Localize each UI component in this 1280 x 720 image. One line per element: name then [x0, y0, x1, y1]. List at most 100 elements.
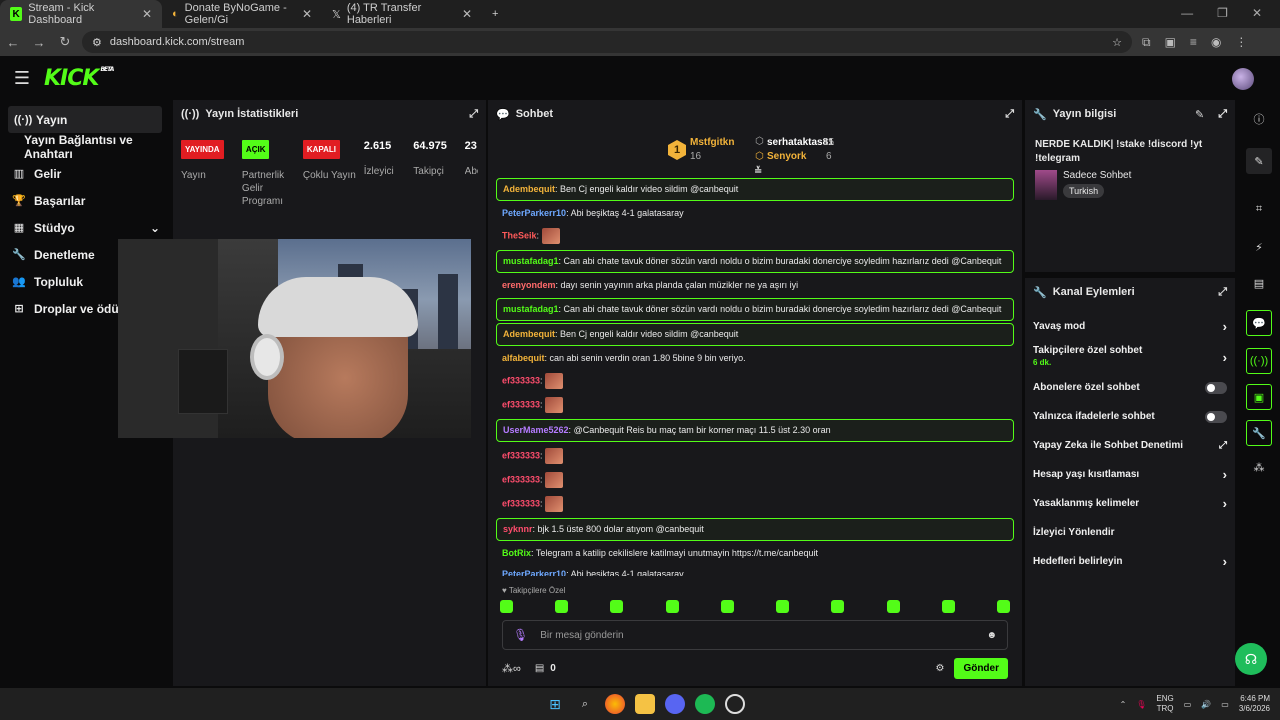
- reload-icon[interactable]: ↻: [52, 34, 78, 50]
- chat-input[interactable]: 🎙 Bir mesaj gönderin ☻: [502, 620, 1008, 650]
- chat-username[interactable]: ef333333: [502, 474, 540, 484]
- send-button[interactable]: Gönder: [954, 657, 1008, 679]
- user-avatar[interactable]: [1232, 68, 1254, 90]
- spotify-icon[interactable]: [695, 694, 715, 714]
- chevron-right-icon[interactable]: ›: [1223, 554, 1227, 569]
- top-name-3[interactable]: Senyork: [767, 151, 806, 162]
- bookmark-star-icon[interactable]: ☆: [1112, 36, 1122, 49]
- chat-username[interactable]: ef333333: [502, 399, 540, 409]
- close-window-icon[interactable]: ✕: [1252, 6, 1262, 20]
- emote-icon[interactable]: [610, 600, 624, 613]
- channel-action-item[interactable]: Yasaklanmış kelimeler ›: [1025, 489, 1235, 518]
- kick-logo[interactable]: KICK BETA: [44, 66, 114, 91]
- emote-icon[interactable]: [720, 600, 734, 613]
- chat-username[interactable]: mustafadag1: [503, 256, 559, 266]
- chevron-down-icon[interactable]: ⌄: [150, 221, 160, 235]
- emote-icon[interactable]: [776, 600, 790, 613]
- sidebar-item-yayin[interactable]: ((·)) Yayın: [8, 106, 162, 133]
- channel-action-item[interactable]: Yavaş mod ›: [1025, 312, 1235, 341]
- battery-icon[interactable]: ▭: [1221, 700, 1229, 709]
- bolt-icon[interactable]: ⚡: [1246, 234, 1272, 260]
- channel-action-item[interactable]: Yapay Zeka ile Sohbet Denetimi ⤢: [1025, 431, 1235, 460]
- emote-icon[interactable]: [996, 600, 1010, 613]
- emote-icon[interactable]: [500, 600, 513, 613]
- channel-action-item[interactable]: Takipçilere özel sohbet 6 dk. ›: [1025, 341, 1235, 373]
- chat-username[interactable]: TheSeik: [502, 230, 537, 240]
- chat-username[interactable]: Adembequit: [503, 329, 555, 339]
- mic-icon[interactable]: 🎙: [513, 628, 528, 642]
- extensions-icon[interactable]: ⧉: [1142, 35, 1151, 50]
- expand-icon[interactable]: ⤢: [1218, 108, 1227, 121]
- chevron-up-icon[interactable]: ⌃: [1120, 700, 1127, 709]
- top-name-1[interactable]: Mstfgitkn: [690, 137, 734, 148]
- edit-icon[interactable]: ✎: [1195, 108, 1204, 121]
- expand-icon[interactable]: ⤢: [1005, 108, 1014, 121]
- monitor-icon[interactable]: ▭: [1184, 700, 1192, 709]
- chat-username[interactable]: ef333333: [502, 375, 540, 385]
- media-icon[interactable]: ≡: [1190, 35, 1197, 50]
- chat-username[interactable]: erenyondem: [502, 280, 556, 290]
- sidebar-item-studyo[interactable]: ▦ Stüdyo ⌄: [0, 214, 172, 241]
- channel-action-item[interactable]: Hedefleri belirleyin ›: [1025, 547, 1235, 576]
- layout-icon[interactable]: ▣: [1246, 384, 1272, 410]
- maximize-icon[interactable]: ❐: [1217, 6, 1228, 20]
- emote-icon[interactable]: [886, 600, 900, 613]
- broadcast-icon[interactable]: ((·)): [1246, 348, 1272, 374]
- chat-username[interactable]: syknnr: [503, 524, 533, 534]
- apps-icon[interactable]: ⁂: [1246, 454, 1272, 480]
- chat-username[interactable]: BotRix: [502, 548, 531, 558]
- chat-username[interactable]: PeterParkerr10: [502, 569, 566, 576]
- chevron-right-icon[interactable]: ›: [1223, 467, 1227, 482]
- sidebar-item-basarilar[interactable]: 🏆 Başarılar: [0, 187, 172, 214]
- file-explorer-icon[interactable]: [635, 694, 655, 714]
- chat-settings-icon[interactable]: ⚙: [935, 663, 944, 674]
- volume-icon[interactable]: 🔊: [1201, 700, 1211, 709]
- clock-time[interactable]: 6:46 PM: [1240, 694, 1270, 703]
- chat-username[interactable]: UserMame5262: [503, 425, 569, 435]
- menu-icon[interactable]: ⋮: [1235, 35, 1247, 50]
- profile-icon[interactable]: ◉: [1211, 35, 1221, 50]
- chrome-icon[interactable]: [605, 694, 625, 714]
- points-icon[interactable]: ⁂∞: [502, 662, 521, 675]
- expand-icon[interactable]: ⤢: [1218, 286, 1227, 299]
- mic-icon[interactable]: 🎙: [1136, 700, 1146, 709]
- emoji-icon[interactable]: ☻: [986, 630, 997, 641]
- tab-kick-dashboard[interactable]: K Stream - Kick Dashboard ✕: [0, 0, 162, 28]
- toggle-switch[interactable]: [1205, 410, 1227, 423]
- toggle-switch[interactable]: [1205, 381, 1227, 394]
- chevron-right-icon[interactable]: ›: [1223, 319, 1227, 334]
- windows-start-icon[interactable]: ⊞: [545, 694, 565, 714]
- emote-icon[interactable]: [555, 600, 569, 613]
- help-icon[interactable]: ☊: [1235, 643, 1267, 675]
- external-link-icon[interactable]: ⤢: [1219, 440, 1227, 451]
- tab-x-transfer[interactable]: 𝕏 (4) TR Transfer Haberleri ✕: [322, 0, 482, 28]
- expand-icon[interactable]: ⤢: [469, 108, 478, 121]
- site-info-icon[interactable]: ⚙: [92, 36, 102, 49]
- wrench-icon[interactable]: 🔧: [1246, 420, 1272, 446]
- back-icon[interactable]: ←: [0, 35, 26, 50]
- channel-action-item[interactable]: İzleyici Yönlendir: [1025, 518, 1235, 547]
- info-icon[interactable]: ⓘ: [1246, 106, 1272, 132]
- chat-username[interactable]: mustafadag1: [503, 304, 559, 314]
- chevron-right-icon[interactable]: ›: [1223, 350, 1227, 365]
- chevron-right-icon[interactable]: ›: [1223, 496, 1227, 511]
- chat-username[interactable]: Adembequit: [503, 184, 555, 194]
- close-tab-icon[interactable]: ✕: [462, 7, 472, 21]
- emote-icon[interactable]: [941, 600, 955, 613]
- chat-username[interactable]: ef333333: [502, 450, 540, 460]
- channel-action-item[interactable]: Abonelere özel sohbet: [1025, 373, 1235, 402]
- hamburger-menu-icon[interactable]: ☰: [0, 68, 44, 89]
- channel-action-item[interactable]: Hesap yaşı kısıtlaması ›: [1025, 460, 1235, 489]
- close-tab-icon[interactable]: ✕: [302, 7, 312, 21]
- close-tab-icon[interactable]: ✕: [142, 7, 152, 21]
- url-field[interactable]: ⚙ dashboard.kick.com/stream ☆: [82, 31, 1132, 53]
- chat-username[interactable]: ef333333: [502, 498, 540, 508]
- chat-icon[interactable]: 💬: [1246, 310, 1272, 336]
- store-icon[interactable]: ▤: [535, 663, 544, 674]
- notes-icon[interactable]: ▤: [1246, 270, 1272, 296]
- search-icon[interactable]: ⌕: [575, 694, 595, 714]
- sidepanel-icon[interactable]: ▣: [1165, 35, 1176, 50]
- obs-icon[interactable]: [725, 694, 745, 714]
- edit-icon[interactable]: ✎: [1246, 148, 1272, 174]
- lang[interactable]: ENG: [1156, 694, 1173, 703]
